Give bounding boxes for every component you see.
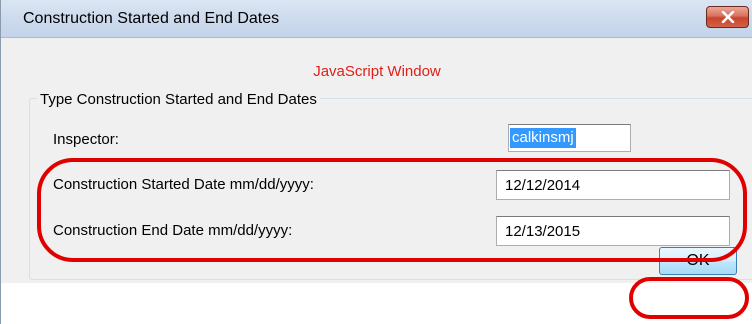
- inspector-field[interactable]: calkinsmj: [508, 124, 631, 152]
- close-button[interactable]: [706, 6, 749, 28]
- javascript-window-label: JavaScript Window: [313, 63, 441, 80]
- groupbox-legend: Type Construction Started and End Dates: [37, 91, 320, 108]
- dialog-window: Construction Started and End Dates JavaS…: [0, 0, 752, 324]
- ok-button[interactable]: OK: [659, 247, 737, 275]
- title-bar: Construction Started and End Dates: [1, 0, 752, 38]
- start-date-field[interactable]: [496, 170, 730, 200]
- inspector-label: Inspector:: [53, 131, 119, 148]
- window-title: Construction Started and End Dates: [23, 10, 280, 27]
- end-date-field[interactable]: [496, 216, 730, 246]
- start-date-label: Construction Started Date mm/dd/yyyy:: [53, 176, 314, 193]
- footer-strip: [1, 283, 752, 324]
- close-icon: [721, 11, 734, 23]
- inspector-value: calkinsmj: [510, 128, 576, 148]
- dialog-body: JavaScript Window Type Construction Star…: [1, 38, 752, 324]
- end-date-label: Construction End Date mm/dd/yyyy:: [53, 222, 293, 239]
